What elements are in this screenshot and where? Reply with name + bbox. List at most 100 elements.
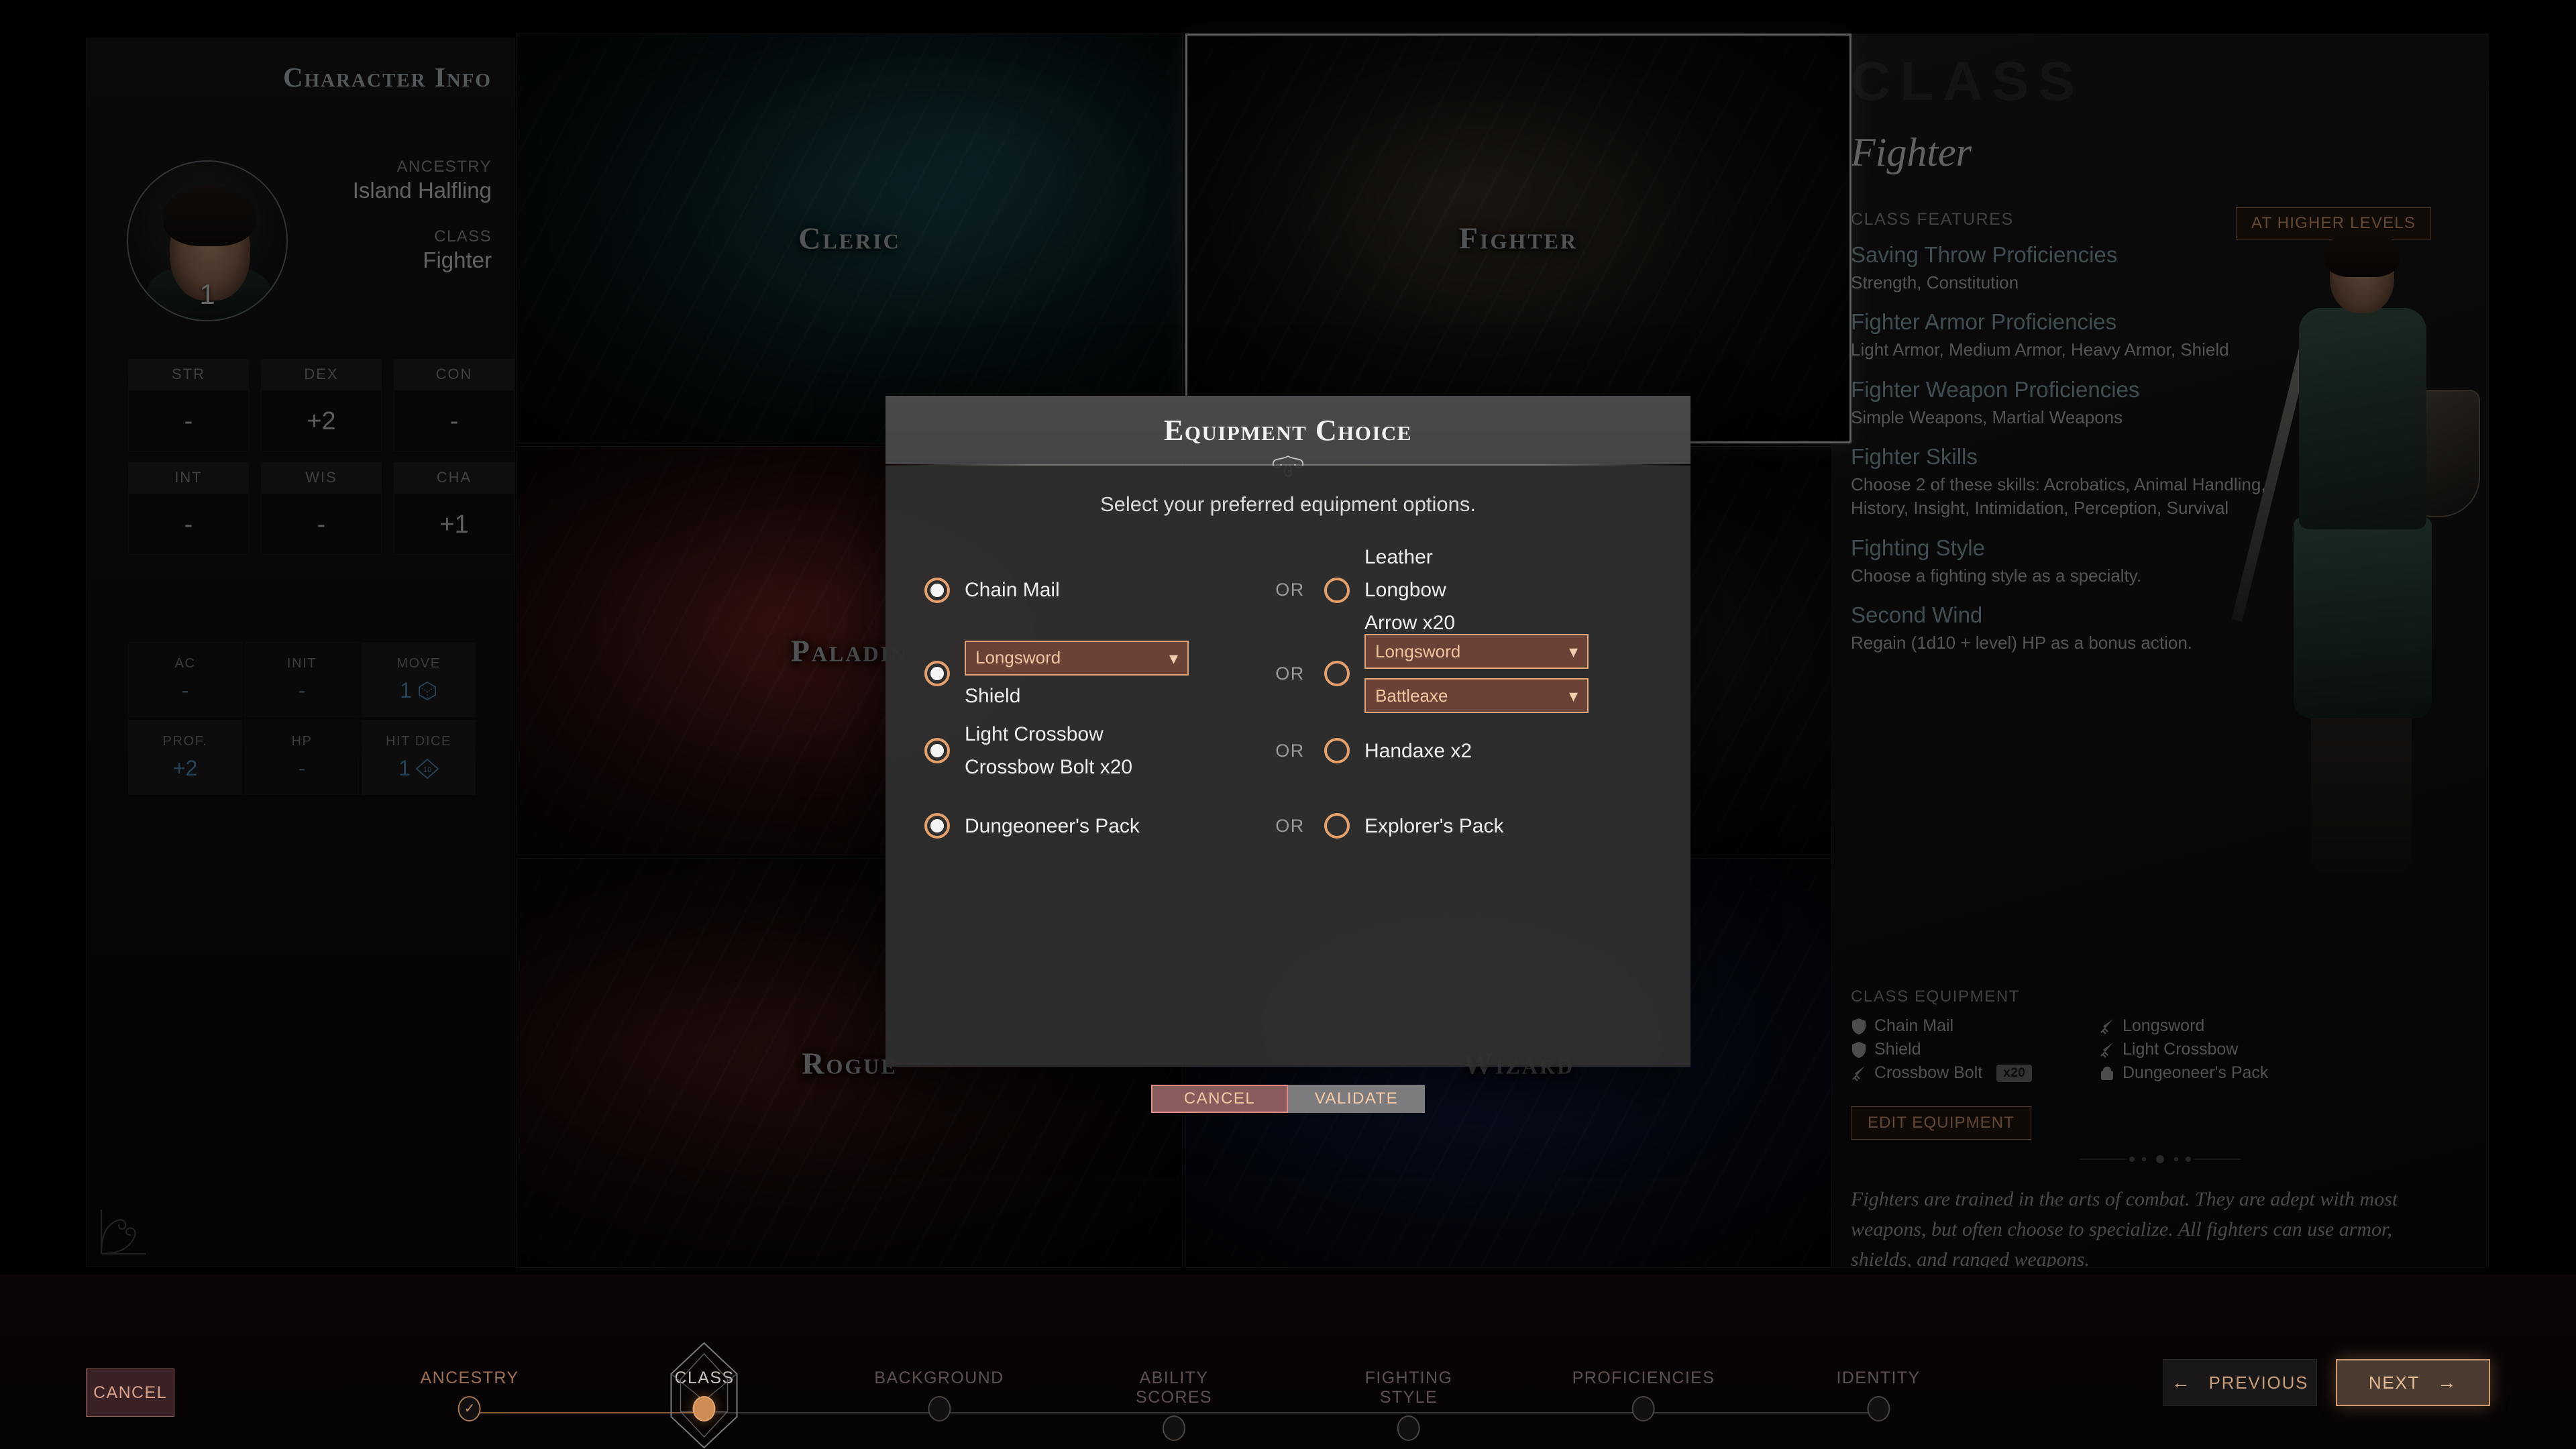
derived-cell-ac[interactable]: AC -: [128, 642, 242, 717]
class-panel-class-name: Fighter: [1851, 130, 1972, 174]
corner-flourish-icon: [100, 1210, 146, 1255]
equipment-dropdown[interactable]: Longsword ▾: [965, 640, 1189, 676]
sword-icon: [2100, 1018, 2113, 1034]
ability-cell-wis[interactable]: WIS -: [261, 462, 382, 555]
next-button[interactable]: NEXT →: [2336, 1359, 2490, 1406]
ability-score-grid: STR - DEX +2 CON - INT - WIS - CHA +1: [128, 359, 515, 555]
option-label-group: Dungeoneer's Pack: [965, 815, 1140, 837]
hero-legs: [2311, 705, 2412, 873]
equipment-option-right: Longsword ▾ Battleaxe ▾: [1320, 634, 1652, 713]
equipment-item: Light Crossbow: [2099, 1040, 2320, 1059]
class-value: Fighter: [423, 248, 492, 272]
class-features-list: Saving Throw Proficiencies Strength, Cons…: [1851, 242, 2280, 655]
ability-cell-cha[interactable]: CHA +1: [394, 462, 515, 555]
equipment-name: Longsword: [2123, 1016, 2205, 1035]
step-ancestry[interactable]: ANCESTRY: [421, 1368, 519, 1421]
equipment-option-left: Chain Mail: [924, 577, 1260, 603]
step-class[interactable]: CLASS: [670, 1342, 738, 1449]
dropdown-group: Longsword ▾ Shield: [965, 640, 1189, 707]
cancel-creation-button[interactable]: CANCEL: [86, 1368, 174, 1417]
ability-label: WIS: [261, 462, 382, 493]
equipment-item: Crossbow Bolt x20: [1851, 1063, 2099, 1083]
option-label-group: Handaxe x2: [1364, 740, 1472, 762]
ability-cell-dex[interactable]: DEX +2: [261, 359, 382, 451]
step-label: ABILITY SCORES: [1136, 1368, 1212, 1407]
derived-value: -: [181, 678, 189, 702]
step-ability-scores[interactable]: ABILITY SCORES: [1136, 1368, 1212, 1441]
equipment-option-row: Dungeoneer's Pack OR Explorer's Pack: [924, 788, 1652, 863]
cube-die-icon: [418, 681, 436, 700]
derived-label: AC: [174, 656, 196, 671]
step-identity[interactable]: IDENTITY: [1836, 1368, 1920, 1421]
derived-cell-move[interactable]: MOVE 1: [362, 642, 476, 717]
previous-button[interactable]: ← PREVIOUS: [2163, 1359, 2317, 1406]
ability-value: -: [128, 390, 249, 451]
equipment-radio-right[interactable]: [1324, 738, 1350, 763]
equipment-radio-left[interactable]: [924, 661, 950, 686]
equipment-option-label: Longbow: [1364, 579, 1446, 601]
step-background[interactable]: BACKGROUND: [874, 1368, 1004, 1421]
equipment-option-left: Dungeoneer's Pack: [924, 813, 1260, 839]
equipment-radio-right[interactable]: [1324, 577, 1350, 603]
derived-cell-init[interactable]: INIT -: [245, 642, 359, 717]
equipment-dropdown[interactable]: Longsword ▾: [1364, 634, 1589, 669]
d10-die-icon: 10: [415, 758, 439, 779]
equipment-radio-left[interactable]: [924, 577, 950, 603]
class-hero-illustration: [2231, 230, 2480, 879]
modal-title: Equipment Choice: [1164, 413, 1412, 447]
edit-equipment-button[interactable]: EDIT EQUIPMENT: [1851, 1106, 2031, 1140]
derived-value: +2: [172, 756, 198, 780]
feature-body: Choose 2 of these skills: Acrobatics, An…: [1851, 474, 2266, 519]
derived-value: -: [298, 678, 306, 702]
at-higher-levels-button[interactable]: AT HIGHER LEVELS: [2236, 207, 2432, 239]
class-description: Fighters are trained in the arts of comb…: [1851, 1188, 2398, 1268]
previous-button-label: PREVIOUS: [2208, 1372, 2309, 1393]
derived-label: MOVE: [396, 656, 441, 671]
ability-cell-str[interactable]: STR -: [128, 359, 249, 451]
step-label: CLASS: [674, 1368, 735, 1387]
step-label: IDENTITY: [1836, 1368, 1921, 1387]
class-card-fighter[interactable]: Fighter: [1185, 34, 1851, 443]
equipment-name: Crossbow Bolt: [1874, 1063, 1983, 1082]
derived-value-wrap: +2: [173, 756, 197, 781]
equipment-option-row: Longsword ▾ Shield OR Longsword ▾ Battleaxe ▾: [924, 634, 1652, 713]
chevron-down-icon: ▾: [1568, 641, 1578, 661]
dropdown-value: Longsword: [1375, 641, 1461, 661]
class-card-label: Fighter: [1458, 221, 1578, 256]
derived-cell-hp[interactable]: HP -: [245, 720, 359, 795]
divider-flourish-icon: [2080, 1155, 2241, 1163]
step-label: BACKGROUND: [874, 1368, 1004, 1387]
equipment-dropdown[interactable]: Battleaxe ▾: [1364, 678, 1589, 713]
equipment-radio-right[interactable]: [1324, 813, 1350, 839]
equipment-radio-left[interactable]: [924, 813, 950, 839]
feature-title: Fighting Style: [1851, 535, 1985, 560]
ancestry-label: ANCESTRY: [396, 158, 492, 176]
derived-cell-hitdice[interactable]: HIT DICE 1 10: [362, 720, 476, 795]
class-card-cleric[interactable]: Cleric: [517, 34, 1183, 443]
or-separator: OR: [1275, 663, 1305, 684]
step-proficiencies[interactable]: PROFICIENCIES: [1572, 1368, 1715, 1421]
equipment-option-label: Crossbow Bolt x20: [965, 756, 1133, 778]
derived-value-wrap: -: [182, 678, 189, 703]
equipment-radio-left[interactable]: [924, 738, 950, 763]
derived-label: HP: [291, 734, 313, 749]
equipment-option-right: Handaxe x2: [1320, 738, 1652, 763]
equipment-option-right: Explorer's Pack: [1320, 813, 1652, 839]
equipment-radio-right[interactable]: [1324, 661, 1350, 686]
equipment-option-label: Leather: [1364, 546, 1433, 568]
derived-value-wrap: -: [299, 678, 306, 703]
character-portrait[interactable]: 1: [127, 160, 288, 321]
ability-cell-con[interactable]: CON -: [394, 359, 515, 451]
derived-value-wrap: 1 10: [398, 756, 439, 781]
step-fighting-style[interactable]: FIGHTING STYLE: [1365, 1368, 1453, 1441]
modal-validate-button[interactable]: VALIDATE: [1288, 1085, 1425, 1113]
derived-cell-prof[interactable]: PROF. +2: [128, 720, 242, 795]
modal-cancel-button[interactable]: CANCEL: [1151, 1085, 1288, 1113]
ability-value: -: [261, 493, 382, 555]
equipment-item: Chain Mail: [1851, 1016, 2099, 1036]
equipment-option-left: Light Crossbow Crossbow Bolt x20: [924, 723, 1260, 778]
nav-buttons: ← PREVIOUS NEXT →: [2163, 1359, 2490, 1406]
feature-title: Fighter Weapon Proficiencies: [1851, 376, 2140, 402]
dropdown-value: Battleaxe: [1375, 685, 1448, 706]
ability-cell-int[interactable]: INT -: [128, 462, 249, 555]
